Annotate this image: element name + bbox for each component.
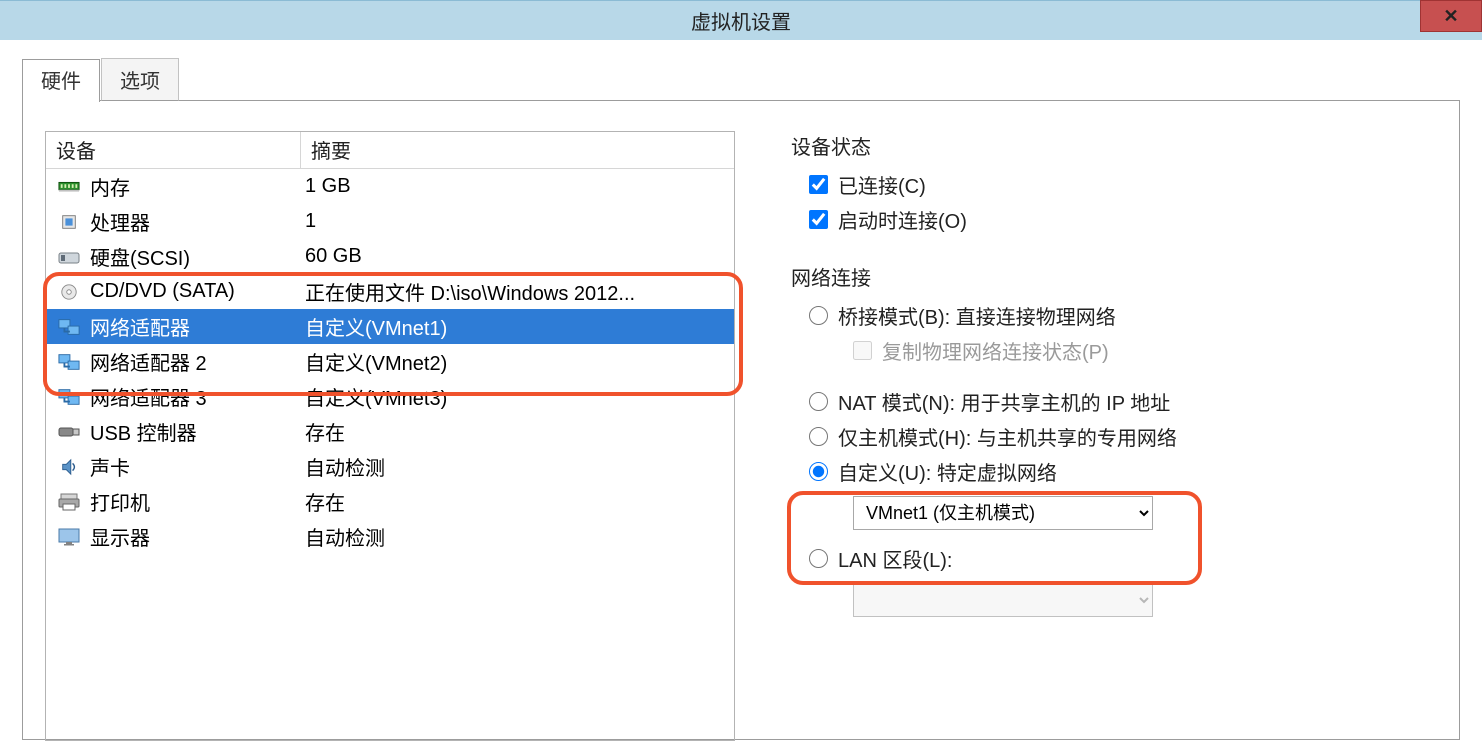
device-name: 内存 bbox=[90, 172, 305, 201]
content: 硬件 选项 设备 摘要 内存1 GB处理器1硬盘(SCSI)60 GBCD/DV… bbox=[0, 40, 1482, 746]
printer-icon bbox=[56, 491, 82, 513]
memory-icon bbox=[56, 176, 82, 198]
group-device-state: 设备状态 已连接(C) 启动时连接(O) bbox=[785, 131, 1437, 234]
device-row[interactable]: 内存1 GB bbox=[46, 169, 734, 204]
radio-lan-segment-label: LAN 区段(L): bbox=[838, 544, 952, 573]
col-header-device[interactable]: 设备 bbox=[46, 132, 301, 168]
device-name: 网络适配器 3 bbox=[90, 382, 305, 411]
device-row[interactable]: 网络适配器自定义(VMnet1) bbox=[46, 309, 734, 344]
device-name: CD/DVD (SATA) bbox=[90, 280, 305, 303]
checkbox-connect-start-input[interactable] bbox=[809, 210, 828, 229]
window-title: 虚拟机设置 bbox=[691, 6, 791, 35]
device-row[interactable]: 网络适配器 3自定义(VMnet3) bbox=[46, 379, 734, 414]
checkbox-replicate: 复制物理网络连接状态(P) bbox=[853, 336, 1437, 365]
cpu-icon bbox=[56, 211, 82, 233]
device-summary: 存在 bbox=[305, 417, 734, 446]
close-button[interactable] bbox=[1420, 0, 1482, 32]
tab-hardware[interactable]: 硬件 bbox=[22, 59, 100, 102]
display-icon bbox=[56, 526, 82, 548]
checkbox-replicate-label: 复制物理网络连接状态(P) bbox=[882, 336, 1109, 365]
device-row[interactable]: 打印机存在 bbox=[46, 484, 734, 519]
custom-vmnet-select[interactable]: VMnet1 (仅主机模式) bbox=[853, 496, 1153, 530]
group-title-device-state: 设备状态 bbox=[785, 131, 1437, 160]
radio-custom[interactable]: 自定义(U): 特定虚拟网络 bbox=[809, 457, 1437, 486]
device-summary: 正在使用文件 D:\iso\Windows 2012... bbox=[305, 277, 734, 306]
device-summary: 自定义(VMnet3) bbox=[305, 382, 734, 411]
device-summary: 存在 bbox=[305, 487, 734, 516]
cd-icon bbox=[56, 281, 82, 303]
radio-hostonly[interactable]: 仅主机模式(H): 与主机共享的专用网络 bbox=[809, 422, 1437, 451]
device-summary: 1 GB bbox=[305, 175, 734, 198]
device-name: USB 控制器 bbox=[90, 417, 305, 446]
radio-bridged-input[interactable] bbox=[809, 306, 828, 325]
checkbox-replicate-input bbox=[853, 341, 872, 360]
radio-nat-input[interactable] bbox=[809, 392, 828, 411]
device-summary: 自动检测 bbox=[305, 452, 734, 481]
left-column: 设备 摘要 内存1 GB处理器1硬盘(SCSI)60 GBCD/DVD (SAT… bbox=[45, 131, 735, 719]
usb-icon bbox=[56, 421, 82, 443]
checkbox-connect-start[interactable]: 启动时连接(O) bbox=[809, 205, 1437, 234]
tabs: 硬件 选项 bbox=[22, 58, 1460, 101]
device-summary: 1 bbox=[305, 210, 734, 233]
radio-bridged-label: 桥接模式(B): 直接连接物理网络 bbox=[838, 301, 1116, 330]
checkbox-connect-start-label: 启动时连接(O) bbox=[838, 205, 967, 234]
radio-nat-label: NAT 模式(N): 用于共享主机的 IP 地址 bbox=[838, 387, 1170, 416]
device-list-header: 设备 摘要 bbox=[46, 132, 734, 169]
radio-custom-input[interactable] bbox=[809, 462, 828, 481]
lan-segment-select bbox=[853, 583, 1153, 617]
device-name: 网络适配器 bbox=[90, 312, 305, 341]
device-name: 硬盘(SCSI) bbox=[90, 242, 305, 271]
sound-icon bbox=[56, 456, 82, 478]
titlebar: 虚拟机设置 bbox=[0, 0, 1482, 40]
device-name: 打印机 bbox=[90, 487, 305, 516]
disk-icon bbox=[56, 246, 82, 268]
group-title-network: 网络连接 bbox=[785, 262, 1437, 291]
right-column: 设备状态 已连接(C) 启动时连接(O) 网络连接 bbox=[785, 131, 1437, 719]
device-name: 网络适配器 2 bbox=[90, 347, 305, 376]
col-header-summary[interactable]: 摘要 bbox=[301, 132, 734, 168]
device-row[interactable]: 网络适配器 2自定义(VMnet2) bbox=[46, 344, 734, 379]
checkbox-connected-input[interactable] bbox=[809, 175, 828, 194]
device-list: 设备 摘要 内存1 GB处理器1硬盘(SCSI)60 GBCD/DVD (SAT… bbox=[45, 131, 735, 741]
device-name: 显示器 bbox=[90, 522, 305, 551]
net-icon bbox=[56, 351, 82, 373]
tab-options[interactable]: 选项 bbox=[101, 58, 179, 101]
device-row[interactable]: 硬盘(SCSI)60 GB bbox=[46, 239, 734, 274]
device-summary: 自定义(VMnet1) bbox=[305, 312, 734, 341]
radio-hostonly-input[interactable] bbox=[809, 427, 828, 446]
device-summary: 自动检测 bbox=[305, 522, 734, 551]
radio-bridged[interactable]: 桥接模式(B): 直接连接物理网络 bbox=[809, 301, 1437, 330]
radio-custom-label: 自定义(U): 特定虚拟网络 bbox=[838, 457, 1057, 486]
tabpanel-hardware: 设备 摘要 内存1 GB处理器1硬盘(SCSI)60 GBCD/DVD (SAT… bbox=[22, 100, 1460, 740]
device-row[interactable]: CD/DVD (SATA)正在使用文件 D:\iso\Windows 2012.… bbox=[46, 274, 734, 309]
checkbox-connected-label: 已连接(C) bbox=[838, 170, 926, 199]
device-summary: 60 GB bbox=[305, 245, 734, 268]
radio-hostonly-label: 仅主机模式(H): 与主机共享的专用网络 bbox=[838, 422, 1177, 451]
checkbox-connected[interactable]: 已连接(C) bbox=[809, 170, 1437, 199]
group-network-connection: 网络连接 桥接模式(B): 直接连接物理网络 复制物理网络连接状态(P) NAT… bbox=[785, 262, 1437, 617]
net-icon bbox=[56, 316, 82, 338]
device-row[interactable]: 处理器1 bbox=[46, 204, 734, 239]
device-row[interactable]: 显示器自动检测 bbox=[46, 519, 734, 554]
device-row[interactable]: 声卡自动检测 bbox=[46, 449, 734, 484]
net-icon bbox=[56, 386, 82, 408]
radio-lan-segment[interactable]: LAN 区段(L): bbox=[809, 544, 1437, 573]
device-summary: 自定义(VMnet2) bbox=[305, 347, 734, 376]
device-name: 处理器 bbox=[90, 207, 305, 236]
device-row[interactable]: USB 控制器存在 bbox=[46, 414, 734, 449]
radio-lan-segment-input[interactable] bbox=[809, 549, 828, 568]
radio-nat[interactable]: NAT 模式(N): 用于共享主机的 IP 地址 bbox=[809, 387, 1437, 416]
device-name: 声卡 bbox=[90, 452, 305, 481]
